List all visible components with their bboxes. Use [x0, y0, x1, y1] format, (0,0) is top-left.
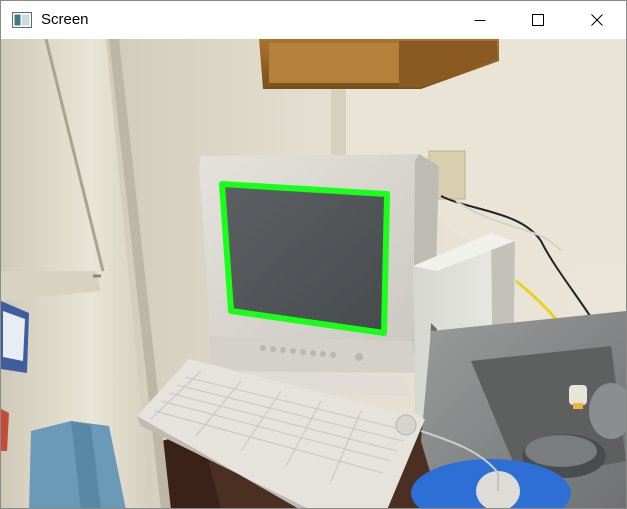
maximize-icon — [532, 14, 544, 26]
close-icon — [591, 14, 603, 26]
photo-image — [1, 39, 626, 508]
close-button[interactable] — [568, 1, 626, 39]
app-window: Screen — [0, 0, 627, 509]
app-window-icon — [12, 12, 32, 28]
minimize-icon — [474, 20, 486, 21]
minimize-button[interactable] — [451, 1, 509, 39]
image-viewport — [1, 39, 626, 508]
title-bar[interactable]: Screen — [1, 1, 626, 39]
window-title: Screen — [41, 11, 89, 28]
maximize-button[interactable] — [509, 1, 567, 39]
